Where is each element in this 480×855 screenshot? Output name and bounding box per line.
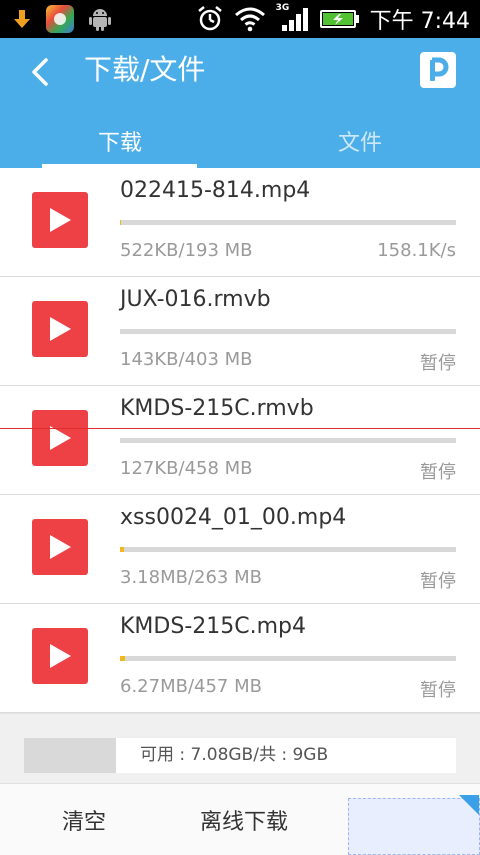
play-button[interactable] [32,410,88,466]
download-item[interactable]: xss0024_01_00.mp4 3.18MB/263 MB 暂停 [0,495,480,604]
p-logo-button[interactable] [420,52,456,88]
back-arrow-icon [32,58,48,86]
download-status: 暂停 [420,680,456,701]
progress-bar [120,438,456,443]
play-button[interactable] [32,628,88,684]
file-name: JUX-016.rmvb [120,287,271,312]
play-icon [50,535,71,559]
app-icon [46,5,74,33]
download-notification-icon [10,5,34,33]
file-name: xss0024_01_00.mp4 [120,505,347,530]
floating-widget[interactable] [348,795,480,855]
download-status: 暂停 [420,571,456,592]
file-name: KMDS-215C.mp4 [120,614,306,639]
corner-triangle-icon [459,795,479,815]
storage-bar: 可用 : 7.08GB/共 : 9GB [24,738,456,773]
download-status: 暂停 [420,353,456,374]
storage-area: 可用 : 7.08GB/共 : 9GB [0,713,480,784]
overlay-red-line [0,428,480,429]
tab-files[interactable]: 文件 [240,114,480,168]
progress-bar [120,329,456,334]
file-size: 127KB/458 MB [120,458,253,479]
storage-text: 可用 : 7.08GB/共 : 9GB [140,745,329,765]
download-item[interactable]: KMDS-215C.mp4 6.27MB/457 MB 暂停 [0,604,480,713]
status-bar: 3G 下午 7:44 [0,0,480,38]
status-bar-system: 3G 下午 7:44 [196,3,470,34]
status-time: 下午 7:44 [369,9,470,34]
tab-download[interactable]: 下载 [0,114,240,168]
file-size: 522KB/193 MB [120,240,253,261]
progress-bar [120,220,456,225]
alarm-icon [196,5,224,33]
play-button[interactable] [32,192,88,248]
progress-bar [120,656,456,661]
file-name: 022415-814.mp4 [120,178,311,203]
app-header: 下载/文件 下载 文件 [0,38,480,168]
download-item[interactable]: JUX-016.rmvb 143KB/403 MB 暂停 [0,277,480,386]
bottom-bar: 清空 离线下载 [0,783,480,855]
download-speed: 158.1K/s [377,240,456,261]
page-title: 下载/文件 [84,53,206,86]
clear-button[interactable]: 清空 [20,784,148,855]
progress-bar [120,547,456,552]
wifi-icon [234,6,266,32]
play-button[interactable] [32,519,88,575]
progress-fill [120,547,124,552]
play-icon [50,317,71,341]
download-list: 022415-814.mp4 522KB/193 MB 158.1K/s JUX… [0,168,480,713]
play-icon [50,644,71,668]
signal-icon: 3G [276,3,310,33]
battery-charging-icon [319,8,360,30]
back-button[interactable] [20,52,60,92]
progress-fill [120,656,125,661]
android-icon [86,5,114,33]
file-size: 143KB/403 MB [120,349,253,370]
file-name: KMDS-215C.rmvb [120,396,314,421]
download-status: 暂停 [420,462,456,483]
progress-fill [120,220,121,225]
storage-used-fill [24,738,116,773]
play-icon [50,208,71,232]
file-size: 6.27MB/457 MB [120,676,262,697]
status-bar-notifications [10,5,114,33]
download-item[interactable]: 022415-814.mp4 522KB/193 MB 158.1K/s [0,168,480,277]
p-logo-icon [430,57,449,81]
file-size: 3.18MB/263 MB [120,567,262,588]
offline-download-button[interactable]: 离线下载 [166,784,322,855]
download-item[interactable]: KMDS-215C.rmvb 127KB/458 MB 暂停 [0,386,480,495]
tab-bar: 下载 文件 [0,114,480,168]
play-button[interactable] [32,301,88,357]
